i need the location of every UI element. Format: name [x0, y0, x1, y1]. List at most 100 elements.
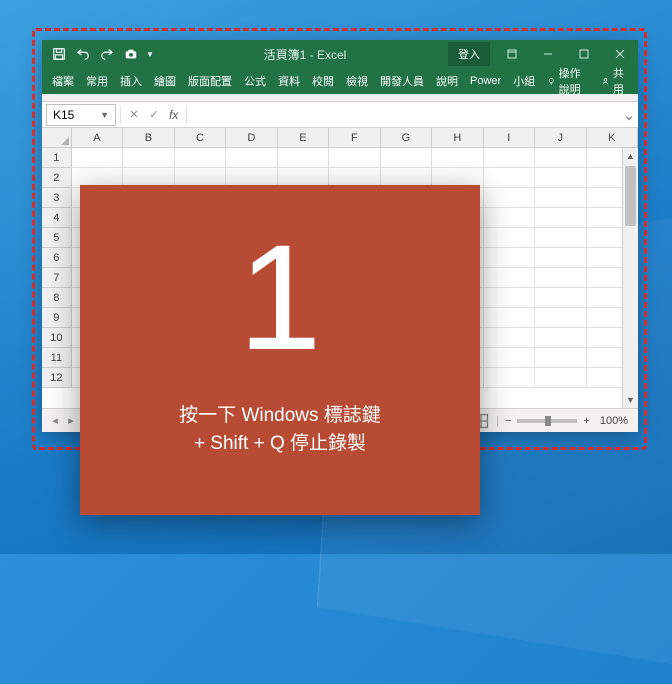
cell[interactable]: [484, 148, 535, 168]
vertical-scrollbar[interactable]: ▲ ▼: [622, 148, 638, 408]
col-header[interactable]: H: [432, 128, 483, 148]
cell[interactable]: [484, 248, 535, 268]
cell[interactable]: [123, 148, 174, 168]
save-icon[interactable]: [48, 43, 70, 65]
cell[interactable]: [484, 368, 535, 388]
row-header[interactable]: 9: [42, 308, 72, 328]
cell[interactable]: [484, 288, 535, 308]
undo-icon[interactable]: [72, 43, 94, 65]
cell[interactable]: [484, 168, 535, 188]
tab-layout[interactable]: 版面配置: [182, 68, 238, 94]
tab-formulas[interactable]: 公式: [238, 68, 272, 94]
cell[interactable]: [226, 148, 277, 168]
scroll-up-icon[interactable]: ▲: [623, 148, 638, 164]
col-header[interactable]: C: [175, 128, 226, 148]
cell[interactable]: [535, 188, 586, 208]
tell-me-button[interactable]: 操作說明: [541, 65, 593, 97]
col-header[interactable]: J: [535, 128, 586, 148]
redo-icon[interactable]: [96, 43, 118, 65]
signin-button[interactable]: 登入: [448, 42, 490, 66]
expand-formula-bar-icon[interactable]: ⌄: [620, 105, 638, 125]
zoom-slider[interactable]: [517, 419, 577, 423]
share-icon: [601, 75, 610, 88]
zoom-in-button[interactable]: +: [583, 415, 589, 427]
cell[interactable]: [535, 368, 586, 388]
tab-draw[interactable]: 繪圖: [148, 68, 182, 94]
tab-home[interactable]: 常用: [80, 68, 114, 94]
cell[interactable]: [484, 268, 535, 288]
row-header[interactable]: 3: [42, 188, 72, 208]
row-header[interactable]: 12: [42, 368, 72, 388]
cell[interactable]: [535, 148, 586, 168]
cell[interactable]: [535, 308, 586, 328]
camera-icon[interactable]: [120, 43, 142, 65]
cell[interactable]: [278, 148, 329, 168]
name-box[interactable]: K15 ▼: [46, 104, 116, 126]
cell[interactable]: [484, 208, 535, 228]
share-button[interactable]: 共用: [595, 65, 634, 97]
row-header[interactable]: 8: [42, 288, 72, 308]
ribbon-display-icon[interactable]: [494, 40, 530, 68]
cell[interactable]: [535, 268, 586, 288]
cell[interactable]: [535, 348, 586, 368]
tab-team[interactable]: 小組: [507, 68, 541, 94]
cell[interactable]: [535, 288, 586, 308]
row-header[interactable]: 10: [42, 328, 72, 348]
tab-view[interactable]: 檢視: [340, 68, 374, 94]
row-header[interactable]: 11: [42, 348, 72, 368]
scroll-down-icon[interactable]: ▼: [623, 392, 638, 408]
cell[interactable]: [484, 188, 535, 208]
scroll-thumb[interactable]: [625, 166, 636, 226]
zoom-out-button[interactable]: −: [505, 415, 511, 427]
sheet-nav-next-icon[interactable]: ▸: [64, 414, 78, 427]
tab-file[interactable]: 檔案: [46, 68, 80, 94]
cell[interactable]: [72, 148, 123, 168]
formula-bar: K15 ▼ ✕ ✓ fx ⌄: [42, 102, 638, 128]
row-header[interactable]: 1: [42, 148, 72, 168]
col-header[interactable]: I: [484, 128, 535, 148]
col-header[interactable]: A: [72, 128, 123, 148]
tab-developer[interactable]: 開發人員: [374, 68, 430, 94]
cancel-formula-icon[interactable]: ✕: [125, 106, 143, 124]
select-all-corner[interactable]: [42, 128, 72, 148]
cell[interactable]: [535, 328, 586, 348]
cell[interactable]: [381, 148, 432, 168]
row-header[interactable]: 2: [42, 168, 72, 188]
cell[interactable]: [484, 348, 535, 368]
row-header[interactable]: 5: [42, 228, 72, 248]
tab-power[interactable]: Power: [464, 68, 507, 94]
row-header[interactable]: 7: [42, 268, 72, 288]
enter-formula-icon[interactable]: ✓: [145, 106, 163, 124]
zoom-value[interactable]: 100%: [596, 415, 632, 427]
tab-insert[interactable]: 插入: [114, 68, 148, 94]
sheet-nav-prev-icon[interactable]: ◂: [48, 414, 62, 427]
cell[interactable]: [484, 308, 535, 328]
formula-input[interactable]: [187, 104, 620, 126]
cell[interactable]: [535, 228, 586, 248]
col-header[interactable]: K: [587, 128, 638, 148]
row-header[interactable]: 6: [42, 248, 72, 268]
cell[interactable]: [535, 248, 586, 268]
row-header[interactable]: 4: [42, 208, 72, 228]
cell[interactable]: [535, 168, 586, 188]
cell[interactable]: [432, 148, 483, 168]
col-header[interactable]: E: [278, 128, 329, 148]
qat-dropdown-icon[interactable]: ▾: [144, 43, 156, 65]
fx-label[interactable]: fx: [165, 108, 182, 122]
cell[interactable]: [484, 228, 535, 248]
col-header[interactable]: F: [329, 128, 380, 148]
tab-help[interactable]: 說明: [430, 68, 464, 94]
name-box-dropdown-icon[interactable]: ▼: [100, 110, 109, 120]
tab-data[interactable]: 資料: [272, 68, 306, 94]
cell[interactable]: [484, 328, 535, 348]
close-icon[interactable]: [602, 40, 638, 68]
cell[interactable]: [175, 148, 226, 168]
maximize-icon[interactable]: [566, 40, 602, 68]
cell[interactable]: [535, 208, 586, 228]
col-header[interactable]: B: [123, 128, 174, 148]
cell[interactable]: [329, 148, 380, 168]
minimize-icon[interactable]: [530, 40, 566, 68]
col-header[interactable]: G: [381, 128, 432, 148]
tab-review[interactable]: 校閱: [306, 68, 340, 94]
col-header[interactable]: D: [226, 128, 277, 148]
